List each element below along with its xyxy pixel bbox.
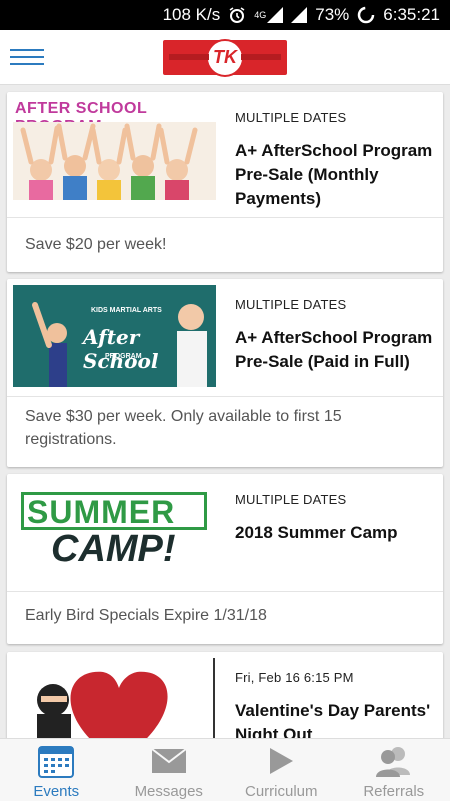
event-dates: MULTIPLE DATES <box>235 297 433 312</box>
logo-mark: TK <box>206 39 244 77</box>
event-title: A+ AfterSchool Program Pre-Sale (Paid in… <box>235 326 433 374</box>
tab-label: Messages <box>135 783 203 800</box>
event-title: A+ AfterSchool Program Pre-Sale (Monthly… <box>235 139 433 211</box>
event-description: Save $20 per week! <box>25 233 429 256</box>
tab-label: Referrals <box>363 783 424 800</box>
heart-illustration <box>13 658 216 738</box>
play-icon <box>262 743 300 779</box>
calendar-icon <box>37 743 75 779</box>
event-card[interactable]: AFTER SCHOOL PROGRAM MULTIPLE DATES A+ A… <box>7 92 443 272</box>
envelope-icon <box>150 743 188 779</box>
event-description: Early Bird Specials Expire 1/31/18 <box>25 604 429 627</box>
clock: 6:35:21 <box>383 5 440 25</box>
event-thumbnail: AFTER SCHOOL PROGRAM <box>13 98 216 200</box>
battery-level: 73% <box>315 5 349 25</box>
thumbnail-subcaption: CAMP! <box>51 528 176 571</box>
hamburger-menu-icon[interactable] <box>10 44 44 70</box>
event-card[interactable]: SUMMER CAMP! MULTIPLE DATES 2018 Summer … <box>7 474 443 644</box>
card-divider <box>7 217 443 218</box>
event-description: Save $30 per week. Only available to fir… <box>25 405 429 451</box>
tab-curriculum[interactable]: Curriculum <box>225 739 338 801</box>
people-icon <box>375 743 413 779</box>
tab-messages[interactable]: Messages <box>113 739 226 801</box>
tab-events[interactable]: Events <box>0 739 113 801</box>
event-card[interactable]: Fri, Feb 16 6:15 PM Valentine's Day Pare… <box>7 652 443 738</box>
bottom-tab-bar: Events Messages Curriculum Referrals <box>0 738 450 801</box>
event-title: Valentine's Day Parents' Night Out <box>235 699 433 738</box>
app-header: TK <box>0 30 450 85</box>
alarm-icon <box>228 6 246 24</box>
battery-icon <box>357 6 375 24</box>
event-thumbnail <box>13 658 216 738</box>
tab-label: Curriculum <box>245 783 318 800</box>
event-title: 2018 Summer Camp <box>235 521 433 545</box>
card-divider <box>7 591 443 592</box>
thumbnail-caption: SUMMER <box>27 494 175 531</box>
event-list[interactable]: AFTER SCHOOL PROGRAM MULTIPLE DATES A+ A… <box>0 85 450 738</box>
status-bar: 108 K/s 4G 73% 6:35:21 <box>0 0 450 30</box>
signal-icon-2 <box>291 7 307 23</box>
event-dates: MULTIPLE DATES <box>235 110 433 125</box>
tab-label: Events <box>33 783 79 800</box>
tab-referrals[interactable]: Referrals <box>338 739 450 801</box>
signal-icon: 4G <box>254 7 283 23</box>
event-thumbnail: SUMMER CAMP! <box>13 480 216 582</box>
event-dates: Fri, Feb 16 6:15 PM <box>235 670 433 685</box>
kids-illustration <box>13 122 216 200</box>
network-speed: 108 K/s <box>163 5 221 25</box>
network-type: 4G <box>254 10 266 20</box>
card-divider <box>7 396 443 397</box>
event-thumbnail: KIDS MARTIAL ARTS After School PROGRAM <box>13 285 216 387</box>
event-dates: MULTIPLE DATES <box>235 492 433 507</box>
kids-illustration <box>13 285 216 387</box>
event-card[interactable]: KIDS MARTIAL ARTS After School PROGRAM M… <box>7 279 443 467</box>
brand-logo: TK <box>163 40 287 75</box>
